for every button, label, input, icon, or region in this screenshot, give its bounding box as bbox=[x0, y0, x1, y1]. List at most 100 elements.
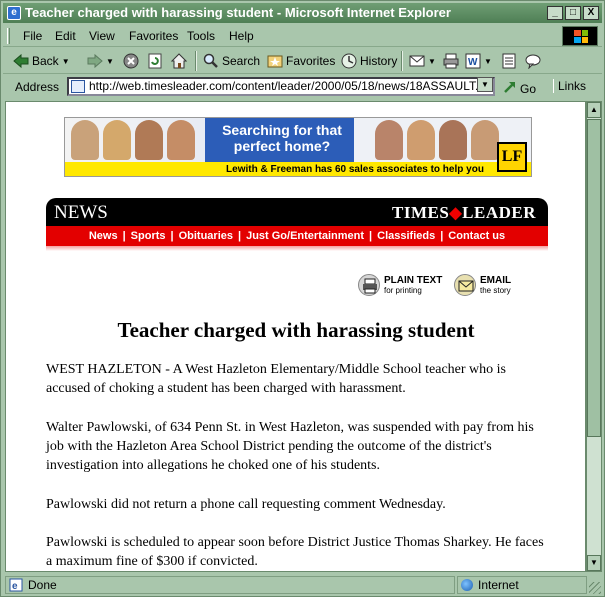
back-dropdown-icon[interactable]: ▼ bbox=[62, 57, 70, 66]
nav-contact-us[interactable]: Contact us bbox=[443, 230, 510, 242]
go-label: Go bbox=[520, 81, 537, 96]
page-icon bbox=[71, 80, 85, 93]
story-tools: PLAIN TEXT for printing EMAIL the story bbox=[358, 274, 528, 300]
close-button[interactable]: X bbox=[583, 6, 599, 20]
toolbar-separator bbox=[195, 51, 197, 71]
plain-text-subtitle: for printing bbox=[384, 285, 422, 295]
windows-logo-throbber bbox=[562, 26, 598, 46]
search-icon bbox=[203, 53, 219, 69]
resize-grip[interactable] bbox=[589, 582, 601, 594]
nav-classifieds[interactable]: Classifieds bbox=[372, 230, 440, 242]
nav-sports[interactable]: Sports bbox=[126, 230, 171, 242]
status-text: Done bbox=[28, 578, 57, 592]
plain-text-link[interactable]: PLAIN TEXT for printing bbox=[358, 274, 442, 296]
browser-window: e Teacher charged with harassing student… bbox=[0, 0, 605, 597]
section-title: NEWS bbox=[54, 202, 108, 223]
address-input[interactable]: http://web.timesleader.com/content/leade… bbox=[67, 77, 495, 96]
mail-icon bbox=[409, 53, 425, 69]
banner-photo-person bbox=[135, 120, 163, 160]
refresh-icon bbox=[147, 53, 163, 69]
windows-flag-icon bbox=[574, 30, 588, 43]
search-button[interactable]: Search bbox=[203, 52, 260, 70]
globe-icon bbox=[461, 579, 473, 591]
menu-grip bbox=[7, 28, 10, 44]
forward-button[interactable]: ▼ bbox=[87, 52, 114, 70]
forward-arrow-icon bbox=[87, 53, 103, 69]
address-dropdown-button[interactable]: ▼ bbox=[477, 77, 493, 92]
vertical-scrollbar[interactable]: ▲ ▼ bbox=[586, 101, 602, 572]
menu-favorites[interactable]: Favorites bbox=[129, 29, 178, 43]
menu-help[interactable]: Help bbox=[229, 29, 254, 43]
toolbar-separator bbox=[401, 51, 403, 71]
svg-text:W: W bbox=[468, 57, 478, 68]
forward-dropdown-icon[interactable]: ▼ bbox=[106, 57, 114, 66]
home-icon bbox=[170, 53, 188, 69]
address-bar: Address http://web.timesleader.com/conte… bbox=[3, 75, 602, 99]
scroll-down-button[interactable]: ▼ bbox=[587, 555, 601, 571]
scroll-thumb[interactable] bbox=[587, 119, 601, 437]
banner-photo-person bbox=[407, 120, 435, 160]
article-headline: Teacher charged with harassing student bbox=[117, 318, 475, 342]
plain-text-title: PLAIN TEXT bbox=[384, 274, 443, 286]
back-arrow-icon bbox=[13, 53, 29, 69]
article-paragraph: Walter Pawlowski, of 634 Penn St. in Wes… bbox=[46, 420, 534, 473]
times-leader-logo[interactable]: TIMES◆LEADER bbox=[392, 203, 536, 223]
nav-news[interactable]: News bbox=[84, 230, 123, 242]
scroll-up-button[interactable]: ▲ bbox=[587, 102, 601, 118]
refresh-button[interactable] bbox=[147, 52, 163, 70]
history-button[interactable]: History bbox=[341, 52, 397, 70]
logo-times: TIMES bbox=[392, 203, 450, 222]
menu-edit[interactable]: Edit bbox=[55, 29, 76, 43]
window-title: Teacher charged with harassing student -… bbox=[25, 5, 451, 20]
title-bar[interactable]: e Teacher charged with harassing student… bbox=[3, 3, 602, 23]
mail-button[interactable]: ▼ bbox=[409, 52, 436, 70]
logo-leader: LEADER bbox=[462, 203, 536, 222]
print-button[interactable] bbox=[443, 52, 459, 70]
go-button[interactable]: Go bbox=[503, 80, 536, 97]
search-label: Search bbox=[222, 54, 261, 68]
nav-obituaries[interactable]: Obituaries bbox=[174, 230, 238, 242]
menu-tools[interactable]: Tools bbox=[187, 29, 215, 43]
status-bar: e Done Internet bbox=[3, 575, 602, 595]
address-label: Address bbox=[15, 80, 60, 94]
banner-photo-person bbox=[375, 120, 403, 160]
standard-toolbar: Back ▼ ▼ Search Favorites History ▼ W ▼ bbox=[3, 48, 602, 74]
discuss-button[interactable] bbox=[501, 52, 517, 70]
banner-photo-person bbox=[471, 120, 499, 160]
email-story-link[interactable]: EMAIL the story bbox=[454, 274, 511, 296]
menu-file[interactable]: File bbox=[23, 29, 42, 43]
nav-just-go-entertainment[interactable]: Just Go/Entertainment bbox=[241, 230, 369, 242]
stop-button[interactable] bbox=[123, 52, 139, 70]
banner-photo-person bbox=[167, 120, 195, 160]
article-paragraph: Pawlowski did not return a phone call re… bbox=[46, 497, 446, 512]
mail-dropdown-icon[interactable]: ▼ bbox=[428, 57, 436, 66]
go-arrow-icon bbox=[503, 80, 517, 97]
history-icon bbox=[341, 53, 357, 69]
printer-icon bbox=[443, 53, 459, 69]
minimize-button[interactable]: _ bbox=[547, 6, 563, 20]
nav-shadow bbox=[46, 246, 548, 251]
diamond-icon: ◆ bbox=[449, 205, 463, 222]
email-title: EMAIL bbox=[480, 274, 512, 286]
advertisement-banner[interactable]: Searching for that perfect home? Lewith … bbox=[64, 117, 532, 177]
banner-headline: Searching for that perfect home? bbox=[222, 122, 342, 154]
security-zone: Internet bbox=[457, 576, 587, 594]
edit-dropdown-icon[interactable]: ▼ bbox=[484, 57, 492, 66]
menu-view[interactable]: View bbox=[89, 29, 115, 43]
edit-button[interactable]: W ▼ bbox=[465, 52, 492, 70]
ie-icon: e bbox=[7, 6, 21, 20]
banner-photo-person bbox=[439, 120, 467, 160]
zone-label: Internet bbox=[478, 578, 519, 592]
back-button[interactable]: Back ▼ bbox=[13, 52, 70, 70]
maximize-button[interactable]: □ bbox=[565, 6, 581, 20]
lewith-freeman-logo: LF bbox=[497, 142, 527, 172]
messenger-button[interactable] bbox=[525, 52, 541, 70]
page-done-icon: e bbox=[9, 578, 23, 592]
links-button[interactable]: Links bbox=[553, 79, 586, 93]
home-button[interactable] bbox=[170, 52, 188, 70]
svg-text:e: e bbox=[12, 581, 18, 592]
favorites-button[interactable]: Favorites bbox=[267, 52, 335, 70]
page-viewport: Searching for that perfect home? Lewith … bbox=[5, 101, 586, 572]
envelope-icon bbox=[454, 274, 476, 296]
messenger-icon bbox=[525, 53, 541, 70]
